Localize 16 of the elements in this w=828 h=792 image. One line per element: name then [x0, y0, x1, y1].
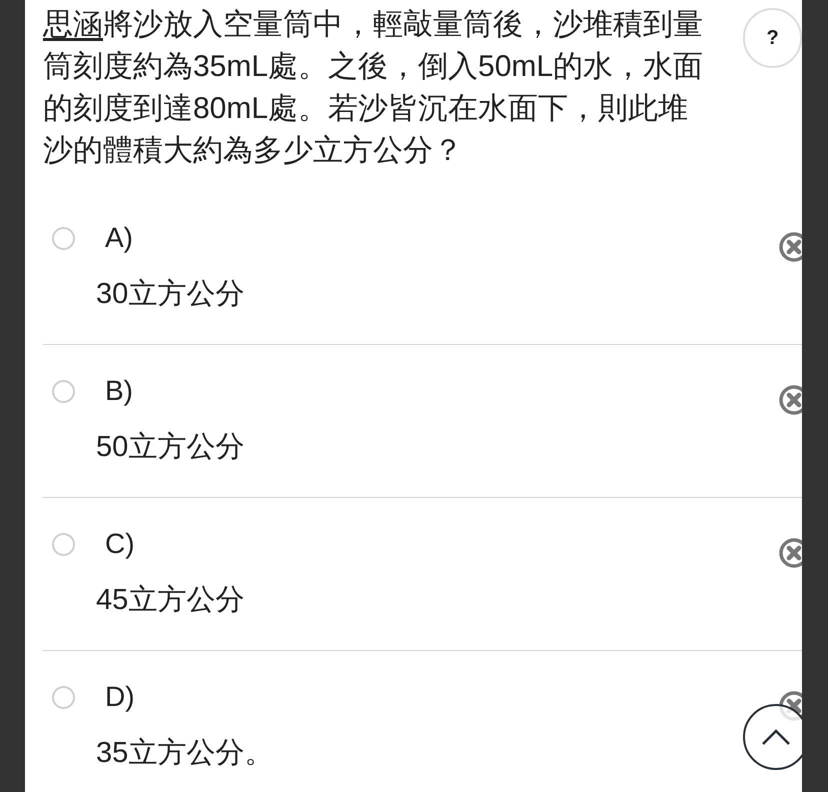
- chevron-up-icon: [761, 728, 791, 746]
- question-text: 思涵將沙放入空量筒中，輕敲量筒後，沙堆積到量 筒刻度約為35mL處。之後，倒入50mL的水，水面 的刻度到達80mL處。若沙皆沉在水面下，則此堆 沙的體積大約為多少立方公分？: [43, 7, 704, 169]
- option-label: A): [105, 221, 133, 255]
- radio-button[interactable]: [52, 686, 75, 708]
- option-label: D): [105, 680, 135, 714]
- option-text: 30立方公分: [96, 277, 244, 312]
- option-text: 35立方公分。: [96, 736, 274, 771]
- radio-button[interactable]: [52, 380, 75, 402]
- scroll-top-button[interactable]: [743, 704, 802, 770]
- radio-button[interactable]: [52, 226, 75, 250]
- option-text: 50立方公分: [96, 430, 244, 465]
- option-label: B): [105, 374, 133, 408]
- radio-button[interactable]: [52, 532, 75, 556]
- option-label: C): [105, 527, 135, 561]
- help-button[interactable]: ?: [743, 8, 802, 68]
- option-text: 45立方公分: [96, 583, 244, 618]
